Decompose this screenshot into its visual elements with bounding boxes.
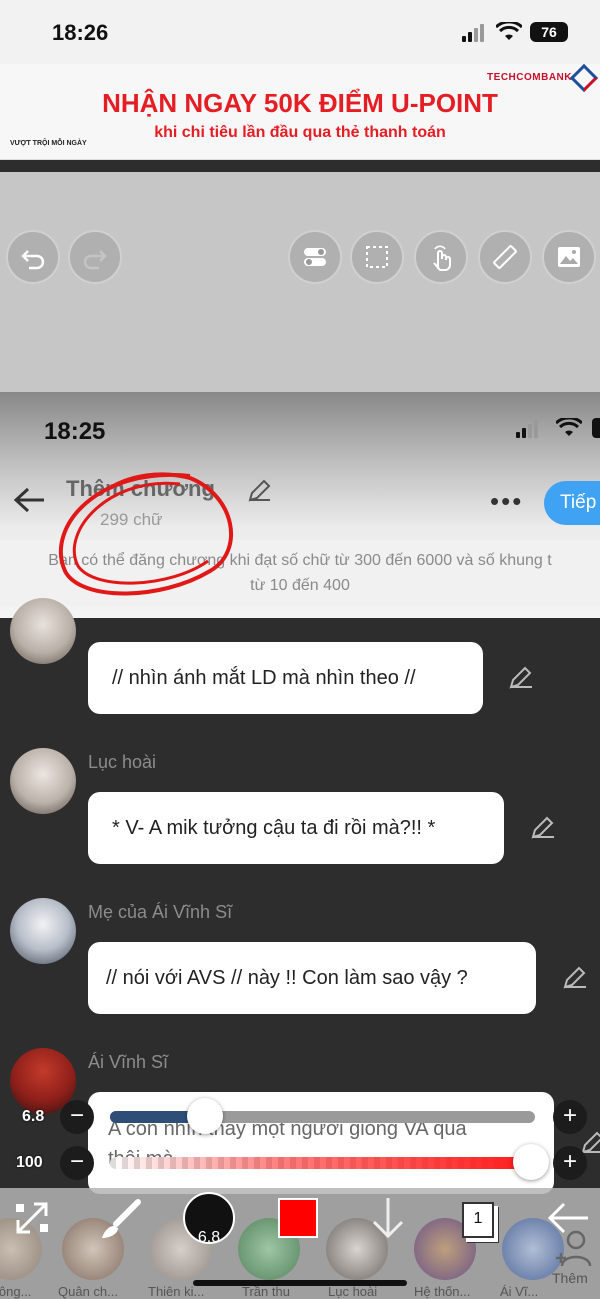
opacity-slider[interactable] <box>110 1157 535 1169</box>
selection-icon <box>366 246 388 268</box>
character-name: Ái Vĩ... <box>500 1284 539 1299</box>
ruler-button[interactable] <box>478 230 532 284</box>
opacity-thumb[interactable] <box>513 1144 549 1180</box>
avatar[interactable] <box>10 898 76 964</box>
ad-brand: TECHCOMBANK <box>487 72 572 83</box>
brush-size-slider[interactable] <box>110 1111 535 1123</box>
message-bubble[interactable]: // nói với AVS // này !! Con làm sao vậy… <box>88 942 536 1014</box>
cell-signal-icon <box>462 24 484 42</box>
size-decrease-button[interactable]: − <box>60 1100 94 1134</box>
next-button: Tiếp <box>544 481 600 525</box>
speaker-name: Ái Vĩnh Sĩ <box>88 1052 169 1072</box>
opacity-increase-button[interactable]: + <box>553 1146 587 1180</box>
character-name: Lục hoài <box>328 1284 378 1299</box>
ad-slogan: VƯỢT TRỘI MỖI NGÀY <box>10 140 87 147</box>
avatar[interactable] <box>10 748 76 814</box>
select-button[interactable] <box>350 230 404 284</box>
red-scribble-circle <box>58 472 233 596</box>
embedded-time: 18:25 <box>44 418 106 445</box>
status-time: 18:26 <box>52 20 109 45</box>
screen: 18:26 76 TECHCOMBANK NHẬN NGAY 50K ĐIỂM … <box>0 0 600 1299</box>
embedded-battery-icon <box>592 418 600 438</box>
undo-button[interactable] <box>6 230 60 284</box>
wifi-icon <box>496 22 522 40</box>
status-bar: 18:26 76 <box>0 0 600 64</box>
edit-message-icon[interactable] <box>508 665 534 691</box>
hand-tap-icon <box>433 245 451 271</box>
ad-subline: khi chi tiêu lần đầu qua thẻ thanh toán <box>154 124 446 141</box>
brush-tool-icon[interactable] <box>98 1198 142 1242</box>
undo-icon <box>21 250 45 270</box>
more-icon: ••• <box>490 486 524 516</box>
add-person-icon[interactable] <box>552 1228 592 1268</box>
avatar[interactable] <box>10 598 76 664</box>
edit-message-icon[interactable] <box>530 815 556 841</box>
ruler-icon <box>493 245 517 269</box>
character-name: lông... <box>0 1284 32 1299</box>
edit-message-icon[interactable] <box>562 965 588 991</box>
message-bubble[interactable]: * V- A mik tưởng cậu ta đi rồi mà?!! * <box>88 792 504 864</box>
brush-size-thumb[interactable] <box>187 1098 223 1134</box>
transform-tool-icon[interactable] <box>12 1198 52 1238</box>
hand-button[interactable] <box>414 230 468 284</box>
arrow-down-icon[interactable] <box>368 1196 408 1240</box>
speaker-name: Mẹ của Ái Vĩnh Sĩ <box>88 902 233 922</box>
ad-headline: NHẬN NGAY 50K ĐIỂM U-POINT <box>102 88 498 118</box>
brush-size-indicator[interactable]: 6.8 <box>183 1192 235 1246</box>
color-swatch[interactable] <box>278 1198 318 1238</box>
message-bubble[interactable]: A con nhìn thấy một người giống VA qua t… <box>88 1092 554 1194</box>
character-name: Hệ thốn... <box>414 1284 471 1299</box>
message-bubble[interactable]: // nhìn ánh mắt LD mà nhìn theo // <box>88 642 483 714</box>
toggle-icon <box>304 248 326 266</box>
redo-icon <box>83 250 107 270</box>
speaker-name: Lục hoài <box>88 752 157 772</box>
image-icon <box>558 247 580 267</box>
character-name: Trần thu <box>242 1284 290 1299</box>
character-name: Thiên ki... <box>148 1284 205 1299</box>
home-indicator <box>193 1280 407 1286</box>
size-increase-button[interactable]: + <box>553 1100 587 1134</box>
redo-button[interactable] <box>68 230 122 284</box>
page-counter[interactable]: 1 <box>462 1202 494 1238</box>
ad-banner[interactable]: TECHCOMBANK NHẬN NGAY 50K ĐIỂM U-POINT k… <box>0 63 600 160</box>
battery-icon: 76 <box>530 22 568 42</box>
add-character-label[interactable]: Thêm <box>552 1270 588 1286</box>
image-button[interactable] <box>542 230 596 284</box>
toggle-button[interactable] <box>288 230 342 284</box>
brush-size-value: 6.8 <box>22 1108 45 1125</box>
embedded-signal-icon <box>516 420 538 438</box>
opacity-decrease-button[interactable]: − <box>60 1146 94 1180</box>
character-name: Quân ch... <box>58 1284 118 1299</box>
opacity-value: 100 <box>16 1154 43 1171</box>
embedded-wifi-icon <box>556 418 582 436</box>
